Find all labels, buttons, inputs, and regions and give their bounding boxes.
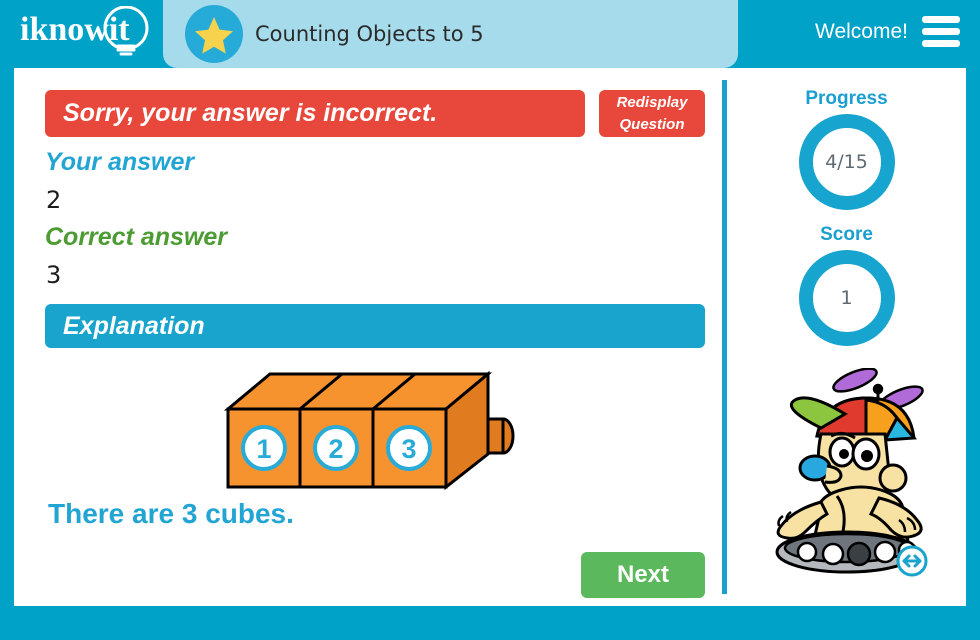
progress-value: 4/15 bbox=[825, 151, 868, 173]
status-sidebar: Progress 4/15 Score 1 bbox=[727, 68, 966, 606]
your-answer-label: Your answer bbox=[45, 148, 195, 176]
star-glyph bbox=[195, 17, 233, 54]
iknowit-logo[interactable]: iknowit bbox=[18, 6, 158, 58]
hamburger-bar bbox=[922, 40, 960, 47]
result-banner: Sorry, your answer is incorrect. bbox=[45, 90, 585, 137]
svg-text:iknowit: iknowit bbox=[20, 11, 130, 48]
progress-label: Progress bbox=[805, 88, 888, 109]
cube-number-1: 1 bbox=[256, 434, 271, 464]
your-answer-value: 2 bbox=[46, 186, 62, 214]
content-frame: Sorry, your answer is incorrect. Redispl… bbox=[14, 68, 966, 606]
resize-horizontal-icon[interactable] bbox=[895, 544, 929, 578]
hamburger-bar bbox=[922, 28, 960, 35]
correct-answer-value: 3 bbox=[46, 261, 62, 289]
cubes-graphic: 1 2 3 bbox=[223, 370, 515, 491]
explanation-text: There are 3 cubes. bbox=[48, 498, 294, 529]
lesson-title-tab: Counting Objects to 5 bbox=[163, 0, 738, 68]
score-value: 1 bbox=[840, 287, 853, 309]
score-label: Score bbox=[820, 224, 873, 245]
logo-graphic: iknowit bbox=[20, 6, 149, 56]
app-header: iknowit Counting Objects to 5 Welcome! bbox=[0, 0, 980, 68]
main-panel: Sorry, your answer is incorrect. Redispl… bbox=[14, 68, 720, 606]
resize-glyph bbox=[896, 545, 928, 577]
redisplay-question-button[interactable]: Redisplay Question bbox=[599, 90, 705, 137]
explanation-label: Explanation bbox=[63, 312, 205, 340]
cubes-illustration: 1 2 3 bbox=[210, 364, 520, 499]
hamburger-bar bbox=[922, 16, 960, 23]
result-message: Sorry, your answer is incorrect. bbox=[63, 99, 438, 127]
cube-number-3: 3 bbox=[401, 434, 416, 464]
next-button[interactable]: Next bbox=[581, 552, 705, 598]
welcome-greeting[interactable]: Welcome! bbox=[815, 0, 908, 64]
explanation-bar: Explanation bbox=[45, 304, 705, 348]
hamburger-menu-icon[interactable] bbox=[922, 16, 960, 48]
score-donut: 1 bbox=[798, 250, 895, 346]
correct-answer-label: Correct answer bbox=[45, 223, 228, 251]
progress-donut: 4/15 bbox=[798, 114, 895, 210]
star-icon bbox=[185, 5, 243, 63]
page-title: Counting Objects to 5 bbox=[255, 22, 484, 46]
redisplay-line-1: Redisplay bbox=[616, 94, 688, 111]
cube-number-2: 2 bbox=[328, 434, 343, 464]
redisplay-line-2: Question bbox=[619, 116, 685, 133]
